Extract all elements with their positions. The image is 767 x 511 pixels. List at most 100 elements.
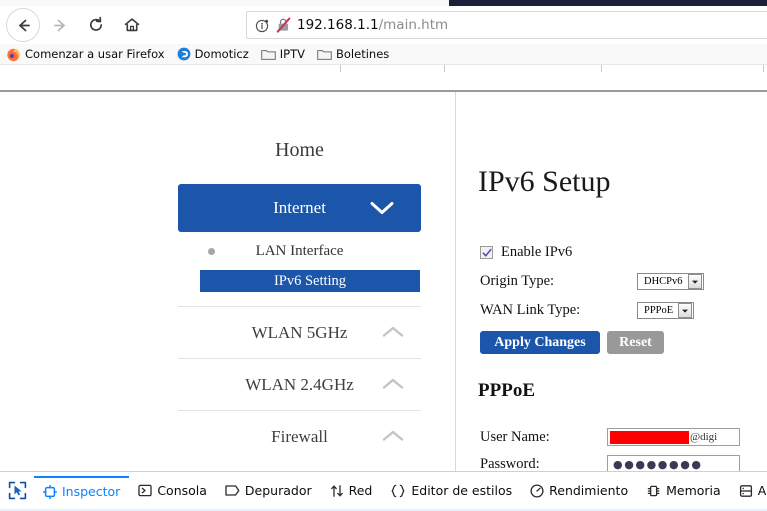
user-name-input[interactable]: @digi — [607, 428, 740, 446]
chrome-separator — [340, 65, 341, 72]
wan-link-type-row: WAN Link Type: PPPoE — [480, 302, 695, 319]
debugger-icon — [225, 484, 240, 497]
tab-label: Almacenamiento — [757, 483, 767, 498]
chevron-down-icon — [687, 274, 702, 289]
tab-label: Rendimiento — [549, 483, 629, 498]
bookmark-label: Domoticz — [194, 47, 249, 61]
sidebar-subitem-label: LAN Interface — [255, 242, 344, 259]
folder-icon — [317, 48, 332, 61]
element-picker-icon[interactable] — [2, 478, 32, 504]
tab-label: Depurador — [244, 483, 312, 498]
password-value: ●●●●●●●● — [613, 457, 703, 471]
reload-icon[interactable] — [78, 8, 114, 42]
sidebar-section-label: Firewall — [271, 427, 328, 446]
sidebar-section-label: WLAN 2.4GHz — [245, 375, 354, 394]
style-editor-icon — [390, 484, 406, 498]
inspector-icon — [43, 484, 57, 499]
chrome-separator — [763, 65, 764, 72]
navigation-toolbar: 192.168.1.1/main.htm — [0, 6, 767, 44]
enable-ipv6-checkbox[interactable] — [480, 246, 493, 259]
reset-button[interactable]: Reset — [607, 331, 664, 354]
tab-memoria[interactable]: Memoria — [637, 476, 730, 505]
chevron-down-icon — [678, 303, 693, 318]
tab-label: Consola — [157, 483, 207, 498]
wan-link-type-value: PPPoE — [644, 305, 674, 316]
sidebar-section-firewall[interactable]: Firewall — [178, 410, 421, 463]
home-icon[interactable] — [114, 8, 150, 42]
url-text: 192.168.1.1/main.htm — [297, 17, 448, 33]
apply-changes-label: Apply Changes — [494, 334, 586, 350]
back-arrow-icon[interactable] — [6, 8, 40, 42]
url-path: /main.htm — [378, 17, 449, 33]
user-name-label: User Name: — [480, 428, 550, 445]
tab-rendimiento[interactable]: Rendimiento — [521, 476, 637, 505]
bookmark-label: IPTV — [279, 47, 305, 61]
wan-link-type-label: WAN Link Type: — [480, 302, 581, 318]
sidebar-item-ipv6-setting[interactable]: IPv6 Setting — [200, 270, 420, 292]
pppoe-heading: PPPoE — [478, 380, 535, 401]
tab-label: Inspector — [62, 484, 121, 499]
chrome-separator — [444, 65, 445, 72]
tab-almacenamiento[interactable]: Almacenamiento — [730, 476, 767, 505]
chevron-up-icon — [381, 325, 405, 344]
tab-depurador[interactable]: Depurador — [216, 476, 321, 505]
page-viewport: Home Internet LAN Interface IPv6 Setting… — [0, 90, 767, 471]
password-input[interactable]: ●●●●●●●● — [607, 455, 740, 471]
tab-inspector[interactable]: Inspector — [34, 476, 130, 505]
enable-ipv6-label: Enable IPv6 — [501, 244, 573, 260]
folder-icon — [260, 48, 276, 61]
memory-icon — [646, 484, 661, 498]
tab-label: Red — [348, 483, 373, 498]
forward-arrow-icon[interactable] — [42, 8, 78, 42]
bookmark-label: Boletines — [336, 47, 390, 61]
browser-window: 192.168.1.1/main.htm Comenzar a usar Fir… — [0, 0, 767, 511]
password-row: Password: ●●●●●●●● — [480, 455, 740, 471]
apply-changes-button[interactable]: Apply Changes — [480, 331, 600, 354]
tab-editor-de-estilos[interactable]: Editor de estilos — [381, 476, 521, 505]
origin-type-select[interactable]: DHCPv6 — [637, 273, 704, 290]
address-bar[interactable]: 192.168.1.1/main.htm — [246, 11, 767, 39]
origin-type-label: Origin Type: — [480, 273, 555, 289]
sidebar-section-wlan-24ghz[interactable]: WLAN 2.4GHz — [178, 358, 421, 411]
network-icon — [330, 484, 344, 498]
sidebar-item-home[interactable]: Home — [178, 139, 421, 162]
chevron-down-icon — [369, 200, 395, 221]
origin-type-value: DHCPv6 — [644, 276, 683, 287]
redaction-overlay — [610, 430, 689, 444]
chevron-up-icon — [381, 377, 405, 396]
bookmark-item-boletines[interactable]: Boletines — [317, 47, 389, 61]
bookmark-item-firefox[interactable]: Comenzar a usar Firefox — [6, 47, 165, 62]
enable-ipv6-row: Enable IPv6 — [480, 244, 572, 261]
devtools-panel: Inspector Consola Depurador Red Editor d… — [0, 471, 767, 511]
wan-link-type-select[interactable]: PPPoE — [637, 302, 695, 319]
tab-red[interactable]: Red — [321, 476, 382, 505]
reset-label: Reset — [619, 334, 652, 350]
sidebar-section-label: Internet — [273, 198, 326, 217]
storage-icon — [739, 484, 753, 498]
bookmark-item-domoticz[interactable]: Domoticz — [177, 47, 249, 61]
tab-consola[interactable]: Consola — [129, 476, 216, 505]
user-name-suffix: @digi — [690, 431, 718, 443]
router-sidebar: Home Internet LAN Interface IPv6 Setting… — [0, 92, 455, 471]
url-host: 192.168.1.1 — [297, 17, 379, 33]
page-title: IPv6 Setup — [478, 165, 611, 198]
info-icon[interactable] — [255, 18, 270, 33]
sidebar-home-label: Home — [275, 139, 324, 161]
domoticz-icon — [177, 47, 191, 61]
chevron-up-icon — [381, 429, 405, 448]
tab-label: Editor de estilos — [411, 483, 513, 498]
router-content-pane: IPv6 Setup Enable IPv6 Origin Type: DHCP… — [456, 92, 767, 471]
console-icon — [138, 484, 152, 497]
sidebar-section-internet[interactable]: Internet — [178, 184, 421, 232]
chrome-separator — [601, 65, 602, 72]
sidebar-item-lan-interface[interactable]: LAN Interface — [178, 240, 421, 262]
bookmarks-toolbar: Comenzar a usar Firefox Domoticz IPTV Bo… — [0, 44, 767, 65]
sidebar-section-wlan-5ghz[interactable]: WLAN 5GHz — [178, 306, 421, 359]
bookmark-item-iptv[interactable]: IPTV — [260, 47, 305, 61]
broken-lock-icon[interactable] — [276, 17, 291, 33]
sidebar-section-label: WLAN 5GHz — [251, 323, 348, 342]
bookmark-label: Comenzar a usar Firefox — [25, 47, 165, 61]
firefox-icon — [6, 47, 21, 62]
origin-type-row: Origin Type: DHCPv6 — [480, 273, 704, 290]
sidebar-subitem-label: IPv6 Setting — [273, 272, 347, 289]
